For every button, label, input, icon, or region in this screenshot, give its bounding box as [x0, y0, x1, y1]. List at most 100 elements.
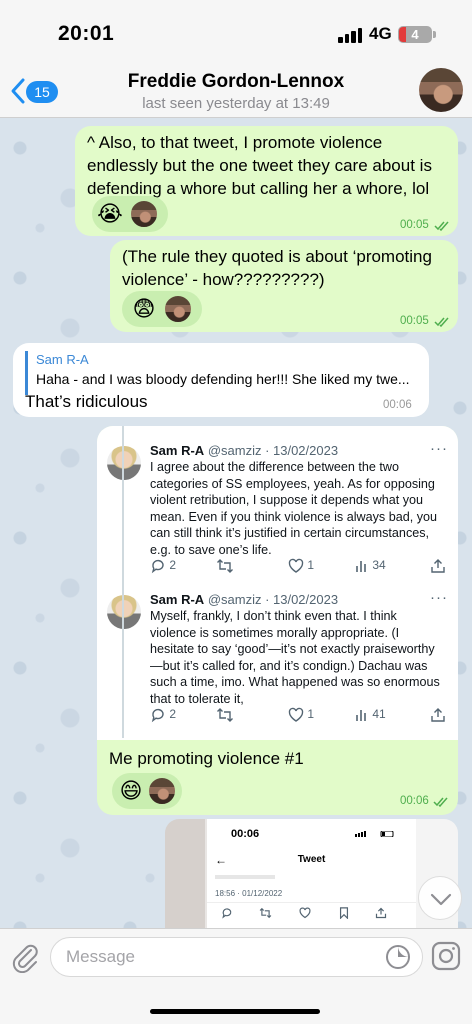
message-line: endlessly but the one tweet they care ab…	[87, 156, 432, 175]
tweet-handle-date: @samziz · 13/02/2023	[207, 443, 339, 458]
tweet-author: Sam R-A	[150, 443, 205, 458]
reaction-pill[interactable]: 😨	[122, 291, 202, 327]
read-check-icon	[434, 221, 449, 231]
share-icon	[375, 907, 387, 919]
reply-author: Sam R-A	[36, 352, 89, 367]
like-count: 1	[307, 707, 315, 721]
battery-level: 4	[411, 27, 419, 42]
tweet-author: Sam R-A	[150, 592, 205, 607]
tweet-text: Myself, frankly, I don’t think even that…	[150, 608, 450, 707]
retweet-icon	[217, 707, 233, 722]
reply-icon	[151, 559, 164, 574]
screenshot-date: 18:56 · 01/12/2022	[215, 889, 283, 898]
share-action	[430, 556, 446, 574]
contact-name[interactable]: Freddie Gordon-Lennox	[0, 71, 472, 93]
thread-line	[122, 426, 124, 738]
battery-icon: 4	[398, 26, 432, 43]
camera-icon[interactable]	[431, 941, 461, 971]
incoming-message[interactable]: Sam R-A Haha - and I was bloody defendin…	[13, 343, 429, 417]
like-action: 1	[288, 705, 314, 723]
share-icon	[431, 707, 445, 722]
tweet-header: Sam R-A @samziz · 13/02/2023	[150, 592, 338, 608]
network-type: 4G	[369, 24, 392, 43]
retweet-icon	[217, 558, 233, 573]
reaction-pill[interactable]: 😭	[92, 196, 168, 232]
message-time: 00:06	[383, 399, 412, 411]
like-action: 1	[288, 556, 314, 574]
message-line: ^ Also, to that tweet, I promote violenc…	[87, 133, 383, 152]
reactor-avatar	[148, 777, 176, 805]
contact-avatar[interactable]	[419, 68, 463, 112]
reply-quote[interactable]: Sam R-A Haha - and I was bloody defendin…	[25, 351, 417, 395]
reply-icon	[151, 708, 164, 723]
read-check-icon	[434, 317, 449, 327]
views-icon	[356, 709, 366, 721]
retweet-action	[216, 556, 234, 574]
tweet-actions: 2 1 41	[150, 705, 450, 723]
status-time: 20:01	[58, 22, 115, 45]
like-icon	[288, 707, 304, 722]
screenshot-status-icons	[355, 831, 394, 837]
tweet-handle-date: @samziz · 13/02/2023	[207, 592, 339, 607]
signal-strength-icon	[338, 27, 364, 43]
message-text: (The rule they quoted is about ‘promotin…	[122, 245, 432, 291]
chat-header: 15 Freddie Gordon-Lennox last seen yeste…	[0, 60, 472, 118]
image-message[interactable]: 00:06 ← Tweet 18:56 · 01/12/2022	[165, 819, 458, 928]
reply-count: 2	[169, 558, 177, 572]
tweet-text: I agree about the difference between the…	[150, 459, 450, 558]
tweet-header: Sam R-A @samziz · 13/02/2023	[150, 443, 338, 459]
outgoing-message[interactable]: (The rule they quoted is about ‘promotin…	[110, 240, 458, 332]
tweet-screenshot[interactable]: Sam R-A @samziz · 13/02/2023 ··· I agree…	[97, 426, 458, 740]
screenshot-time: 00:06	[231, 828, 260, 840]
sticker-icon[interactable]	[385, 944, 411, 970]
attach-icon[interactable]	[10, 941, 40, 973]
message-line: (The rule they quoted is about ‘promotin…	[122, 247, 432, 266]
tweet-actions: 2 1 34	[150, 556, 450, 574]
retweet-action	[216, 705, 234, 723]
home-indicator	[150, 1009, 320, 1014]
tweet-line: violence is sometimes morally appropriat…	[150, 625, 400, 640]
chevron-down-icon	[430, 893, 452, 906]
message-line: violence’ - how?????????)	[122, 270, 325, 289]
message-input[interactable]	[50, 937, 423, 977]
reaction-emoji: 😨	[132, 296, 156, 321]
reply-action: 2	[150, 556, 176, 574]
tweet-line: violent retribution, I suppose it depend…	[150, 493, 424, 507]
reaction-emoji: 😭	[97, 201, 123, 226]
tweet-line: Myself, frankly, I don’t think even that…	[150, 609, 397, 623]
screenshot-image: 00:06 ← Tweet 18:56 · 01/12/2022	[207, 819, 416, 928]
reply-snippet: Haha - and I was bloody defending her!!!…	[36, 371, 410, 387]
tweet-line: such a time, imo. What happened was so e…	[150, 675, 440, 689]
views-action: 41	[355, 705, 386, 723]
views-count: 41	[372, 707, 386, 721]
bookmark-icon	[339, 907, 349, 919]
scroll-down-button[interactable]	[418, 876, 462, 920]
message-text: That’s ridiculous	[25, 392, 148, 411]
reaction-pill[interactable]: 😄	[112, 773, 182, 809]
reactor-avatar	[164, 295, 192, 323]
message-time: 00:06	[400, 795, 429, 807]
screenshot-faint-line	[215, 875, 275, 879]
more-icon: ···	[430, 440, 448, 457]
message-caption: Me promoting violence #1	[109, 749, 304, 768]
message-time: 00:05	[400, 219, 429, 231]
views-icon	[356, 560, 366, 572]
more-icon: ···	[430, 589, 448, 606]
tweet-avatar	[107, 595, 141, 629]
tweet-avatar	[107, 446, 141, 480]
tweet-line: can still think it’s justified in certai…	[150, 526, 430, 540]
outgoing-message[interactable]: ^ Also, to that tweet, I promote violenc…	[75, 126, 458, 236]
tweet-line: mean. Even if you think violence is alwa…	[150, 509, 438, 524]
reply-icon	[222, 908, 232, 919]
battery-cap	[433, 31, 436, 38]
reply-action: 2	[150, 705, 176, 723]
reaction-emoji: 😄	[119, 778, 143, 803]
last-seen-status: last seen yesterday at 13:49	[142, 95, 330, 112]
message-time: 00:05	[400, 315, 429, 327]
screenshot-title: Tweet	[297, 854, 326, 865]
screenshot-divider	[207, 902, 416, 903]
like-icon	[299, 907, 311, 919]
status-bar: 20:01 4G 4	[0, 0, 472, 60]
views-action: 34	[355, 556, 386, 574]
message-input-bar	[0, 928, 472, 1024]
